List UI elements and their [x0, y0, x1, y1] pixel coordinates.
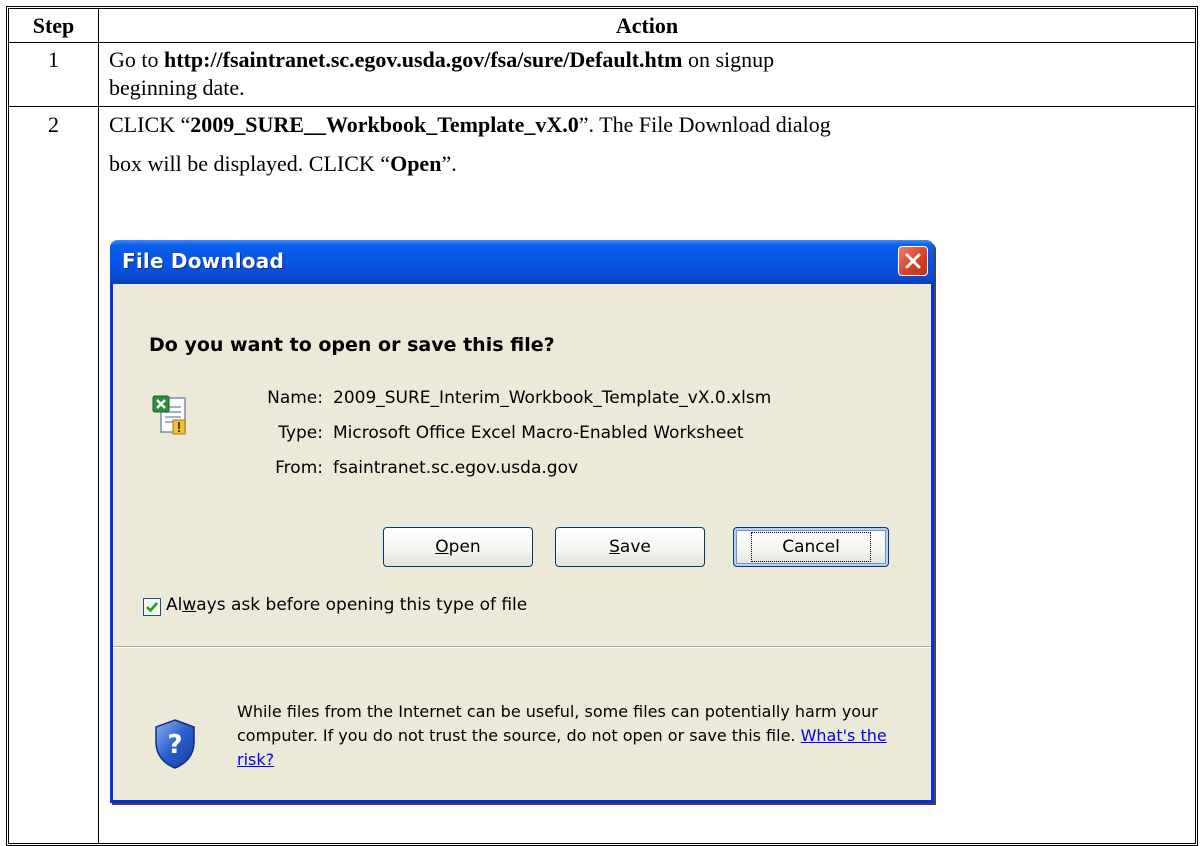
warning-message: While files from the Internet can be use… — [237, 702, 878, 745]
security-warning-text: While files from the Internet can be use… — [237, 700, 907, 772]
cancel-button[interactable]: Cancel — [733, 527, 889, 567]
file-source-value: fsaintranet.sc.egov.usda.gov — [333, 458, 579, 478]
row2-text-b: ”. The File Download dialog — [578, 112, 831, 137]
column-divider — [98, 9, 99, 843]
dialog-question: Do you want to open or save this file? — [149, 334, 555, 356]
svg-text:?: ? — [167, 730, 182, 760]
save-label-rest: ave — [619, 537, 651, 557]
checkmark-icon — [146, 602, 158, 613]
name-label: Name: — [267, 388, 323, 408]
row1-line1: Go to http://fsaintranet.sc.egov.usda.go… — [109, 46, 774, 73]
open-word: Open — [390, 151, 442, 176]
row2-text-d: ”. — [441, 151, 457, 176]
always-ask-label[interactable]: Always ask before opening this type of f… — [166, 595, 527, 615]
sure-url: http://fsaintranet.sc.egov.usda.gov/fsa/… — [164, 47, 683, 72]
action-header: Action — [615, 13, 679, 38]
header-divider — [9, 42, 1195, 43]
dialog-main-panel: Do you want to open or save this file? N… — [113, 284, 931, 647]
dialog-warning-panel: ? While files from the Internet can be u… — [113, 647, 931, 800]
file-type-value: Microsoft Office Excel Macro-Enabled Wor… — [333, 423, 744, 443]
security-shield-icon: ? — [155, 719, 195, 769]
excel-file-icon — [152, 395, 186, 435]
step-header: Step — [32, 13, 75, 38]
row1-text-b: on signup — [682, 47, 775, 72]
row2-line2: box will be displayed. CLICK “Open”. — [109, 150, 457, 177]
check-label-mnemonic: w — [182, 595, 197, 615]
type-label: Type: — [278, 423, 323, 443]
dialog-titlebar[interactable]: File Download — [110, 240, 934, 284]
row2-line1: CLICK “2009_SURE__Workbook_Template_vX.0… — [109, 111, 831, 138]
close-button[interactable] — [898, 246, 928, 276]
file-download-dialog: File Download Do you want to open or sav… — [110, 240, 934, 803]
row1-line2: beginning date. — [109, 75, 245, 100]
step-number-1: 1 — [48, 47, 59, 72]
cancel-label: Cancel — [751, 532, 871, 562]
row1-text-a: Go to — [109, 47, 164, 72]
from-label: From: — [275, 458, 323, 478]
always-ask-checkbox[interactable] — [143, 598, 161, 616]
file-name-value: 2009_SURE_Interim_Workbook_Template_vX.0… — [333, 388, 772, 408]
workbook-name: 2009_SURE__Workbook_Template_vX.0 — [190, 112, 579, 137]
row2-text-a: CLICK “ — [109, 112, 191, 137]
row2-text-c: box will be displayed. CLICK “ — [109, 151, 391, 176]
open-button[interactable]: Open — [383, 527, 533, 567]
check-label-pre: Al — [166, 595, 183, 615]
step-number-2: 2 — [48, 112, 59, 137]
close-icon — [905, 253, 921, 269]
save-button[interactable]: Save — [555, 527, 705, 567]
open-mnemonic: O — [435, 537, 449, 557]
row-divider — [9, 106, 1195, 107]
dialog-title: File Download — [122, 249, 284, 273]
save-mnemonic: S — [609, 537, 620, 557]
open-label-rest: pen — [448, 537, 481, 557]
check-label-post: ays ask before opening this type of file — [196, 595, 528, 615]
